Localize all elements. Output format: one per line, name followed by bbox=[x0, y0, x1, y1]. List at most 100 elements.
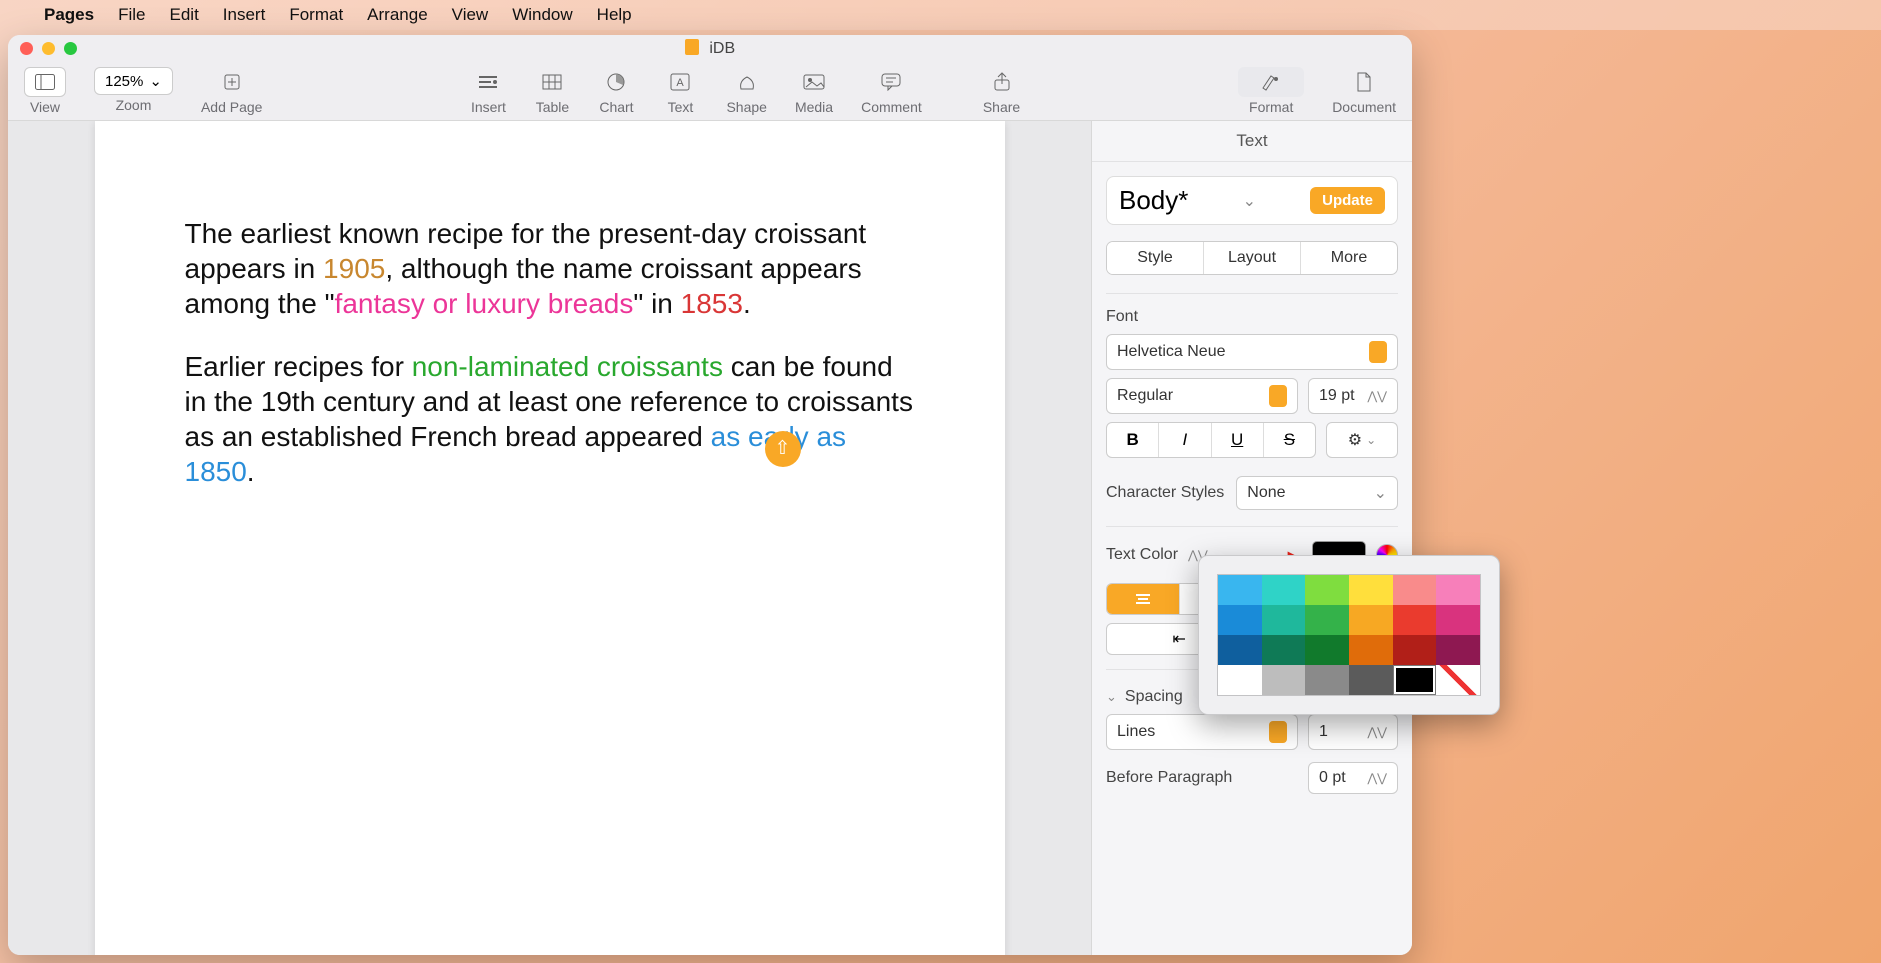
outdent-icon: ⇤ bbox=[1173, 629, 1186, 649]
color-swatch-option[interactable] bbox=[1349, 665, 1393, 695]
collaboration-caret-icon: ⇧ bbox=[765, 431, 801, 467]
update-style-button[interactable]: Update bbox=[1310, 187, 1385, 214]
year-1905: 1905 bbox=[323, 253, 385, 284]
color-swatch-option[interactable] bbox=[1218, 575, 1262, 605]
dropdown-knob-icon bbox=[1369, 341, 1387, 363]
before-paragraph-label: Before Paragraph bbox=[1106, 769, 1298, 787]
text-style-segment: B I U S bbox=[1106, 422, 1316, 458]
zoom-dropdown[interactable]: 125% ⌄ bbox=[94, 67, 173, 95]
insert-label: Insert bbox=[471, 99, 506, 115]
color-swatch-option[interactable] bbox=[1349, 575, 1393, 605]
menu-file[interactable]: File bbox=[118, 5, 145, 25]
phrase-fantasy-luxury-breads: fantasy or luxury breads bbox=[335, 288, 634, 319]
app-name[interactable]: Pages bbox=[44, 5, 94, 25]
stepper-icon: ⋀⋁ bbox=[1367, 389, 1387, 403]
paragraph-style-picker[interactable]: Body* ⌄ Update bbox=[1106, 176, 1398, 225]
page[interactable]: The earliest known recipe for the presen… bbox=[95, 121, 1005, 955]
insert-button[interactable] bbox=[470, 67, 506, 97]
advanced-options-button[interactable]: ⚙︎ ⌄ bbox=[1326, 422, 1398, 458]
strikethrough-button[interactable]: S bbox=[1264, 423, 1315, 457]
shape-label: Shape bbox=[726, 99, 766, 115]
document-canvas[interactable]: The earliest known recipe for the presen… bbox=[8, 121, 1091, 955]
menu-view[interactable]: View bbox=[452, 5, 489, 25]
view-button[interactable] bbox=[24, 67, 66, 97]
menu-insert[interactable]: Insert bbox=[223, 5, 266, 25]
color-picker-popover bbox=[1198, 555, 1500, 715]
document-label: Document bbox=[1332, 99, 1396, 115]
color-swatch-option[interactable] bbox=[1349, 605, 1393, 635]
line-spacing-stepper[interactable]: 1 ⋀⋁ bbox=[1308, 714, 1398, 750]
format-inspector: Text Body* ⌄ Update Style Layout More Fo… bbox=[1091, 121, 1412, 955]
color-swatch-option[interactable] bbox=[1218, 635, 1262, 665]
comment-label: Comment bbox=[861, 99, 922, 115]
inspector-tab-text[interactable]: Text bbox=[1092, 121, 1412, 162]
color-swatch-option[interactable] bbox=[1436, 605, 1480, 635]
color-swatch-option[interactable] bbox=[1393, 575, 1437, 605]
chevron-down-icon[interactable]: ⌄ bbox=[1106, 689, 1117, 705]
chevron-down-icon: ⌄ bbox=[149, 72, 162, 90]
line-spacing-mode-select[interactable]: Lines bbox=[1106, 714, 1298, 750]
color-swatch-option[interactable] bbox=[1393, 635, 1437, 665]
subtab-style[interactable]: Style bbox=[1107, 242, 1204, 274]
paragraph-1[interactable]: The earliest known recipe for the presen… bbox=[185, 216, 915, 321]
share-button[interactable] bbox=[984, 67, 1020, 97]
dropdown-knob-icon bbox=[1269, 721, 1287, 743]
color-swatch-option[interactable] bbox=[1305, 575, 1349, 605]
document-name: iDB bbox=[709, 40, 735, 57]
chart-button[interactable] bbox=[598, 67, 634, 97]
color-swatch-option[interactable] bbox=[1262, 665, 1306, 695]
color-swatch-option[interactable] bbox=[1436, 635, 1480, 665]
comment-button[interactable] bbox=[873, 67, 909, 97]
color-swatch-option[interactable] bbox=[1262, 635, 1306, 665]
font-family-select[interactable]: Helvetica Neue bbox=[1106, 334, 1398, 370]
text-button[interactable]: A bbox=[662, 67, 698, 97]
italic-button[interactable]: I bbox=[1159, 423, 1211, 457]
color-swatch-option[interactable] bbox=[1262, 575, 1306, 605]
media-label: Media bbox=[795, 99, 833, 115]
color-swatch-option[interactable] bbox=[1305, 665, 1349, 695]
chevron-down-icon: ⌄ bbox=[1366, 433, 1376, 447]
format-button[interactable] bbox=[1238, 67, 1304, 97]
underline-button[interactable]: U bbox=[1212, 423, 1264, 457]
font-size-stepper[interactable]: 19 pt ⋀⋁ bbox=[1308, 378, 1398, 414]
color-swatch-option[interactable] bbox=[1349, 635, 1393, 665]
text-color-label: Text Color bbox=[1106, 546, 1178, 564]
stepper-icon: ⋀⋁ bbox=[1367, 725, 1387, 739]
character-styles-label: Character Styles bbox=[1106, 484, 1224, 502]
font-weight-select[interactable]: Regular bbox=[1106, 378, 1298, 414]
menu-window[interactable]: Window bbox=[512, 5, 572, 25]
add-page-button[interactable] bbox=[214, 67, 250, 97]
character-styles-select[interactable]: None ⌄ bbox=[1236, 476, 1398, 510]
align-left-button[interactable] bbox=[1107, 584, 1180, 614]
before-paragraph-stepper[interactable]: 0 pt ⋀⋁ bbox=[1308, 762, 1398, 794]
menu-edit[interactable]: Edit bbox=[170, 5, 199, 25]
menu-format[interactable]: Format bbox=[289, 5, 343, 25]
bold-button[interactable]: B bbox=[1107, 423, 1159, 457]
table-label: Table bbox=[536, 99, 569, 115]
color-swatch-option[interactable] bbox=[1436, 665, 1480, 695]
color-swatch-option[interactable] bbox=[1218, 665, 1262, 695]
pages-window: iDB View 125% ⌄ Zoom Add Page bbox=[8, 35, 1412, 955]
menu-help[interactable]: Help bbox=[597, 5, 632, 25]
color-swatch-option[interactable] bbox=[1305, 605, 1349, 635]
subtab-more[interactable]: More bbox=[1301, 242, 1397, 274]
chevron-down-icon: ⌄ bbox=[1243, 191, 1256, 211]
color-swatch-option[interactable] bbox=[1218, 605, 1262, 635]
paragraph-2[interactable]: Earlier recipes for non-laminated croiss… bbox=[185, 349, 915, 489]
menubar: Pages File Edit Insert Format Arrange Vi… bbox=[0, 0, 1881, 30]
document-button[interactable] bbox=[1346, 67, 1382, 97]
font-section-label: Font bbox=[1106, 308, 1398, 326]
color-swatch-option[interactable] bbox=[1393, 665, 1437, 695]
color-swatch-option[interactable] bbox=[1393, 605, 1437, 635]
color-swatch-option[interactable] bbox=[1262, 605, 1306, 635]
color-swatch-option[interactable] bbox=[1436, 575, 1480, 605]
shape-button[interactable] bbox=[729, 67, 765, 97]
media-button[interactable] bbox=[796, 67, 832, 97]
menu-arrange[interactable]: Arrange bbox=[367, 5, 427, 25]
color-swatch-option[interactable] bbox=[1305, 635, 1349, 665]
paragraph-style-name: Body* bbox=[1119, 185, 1188, 216]
text-label: Text bbox=[668, 99, 694, 115]
subtab-layout[interactable]: Layout bbox=[1204, 242, 1301, 274]
phrase-non-laminated-croissants: non-laminated croissants bbox=[412, 351, 723, 382]
table-button[interactable] bbox=[534, 67, 570, 97]
